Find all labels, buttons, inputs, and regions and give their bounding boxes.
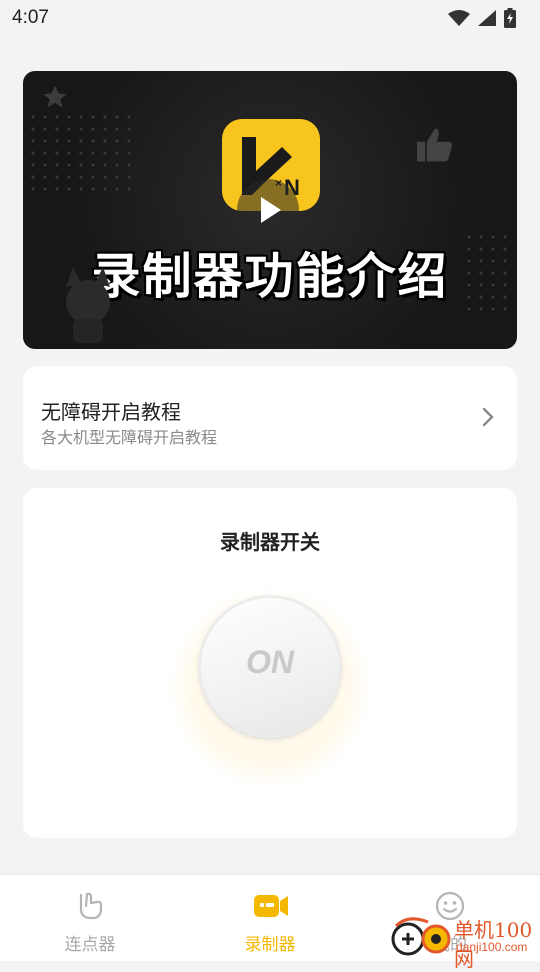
status-time: 4:07 (12, 7, 49, 28)
watermark: 单机100网 danji100.com (388, 912, 540, 971)
toggle-label: ON (246, 644, 294, 680)
cellular-signal-icon (478, 10, 496, 26)
decor-dots (27, 111, 137, 191)
status-icons (448, 8, 516, 28)
tutorial-subtitle: 各大机型无障碍开启教程 (41, 428, 218, 447)
thumbs-up-icon (417, 128, 452, 162)
wifi-icon (448, 10, 470, 26)
star-icon (43, 85, 67, 108)
status-bar: 4:07 (0, 0, 540, 36)
play-icon (261, 197, 281, 223)
recorder-toggle-button[interactable]: ON (199, 596, 341, 738)
tab-recorder[interactable]: 录制器 (180, 875, 360, 961)
chevron-right-icon (482, 407, 494, 427)
watermark-line2: danji100.com (456, 940, 528, 954)
switch-title: 录制器开关 (220, 530, 320, 554)
watermark-logo-icon (391, 917, 451, 956)
accessibility-tutorial-card[interactable]: 无障碍开启教程 各大机型无障碍开启教程 (23, 366, 517, 470)
battery-charging-icon (504, 8, 516, 28)
intro-video-card[interactable]: N × 录制器功能介绍 (23, 71, 517, 349)
video-camera-icon (254, 895, 288, 917)
mascot-illustration (66, 267, 110, 343)
tab-clicker[interactable]: 连点器 (0, 875, 180, 961)
play-button[interactable] (237, 179, 299, 241)
tab-label: 连点器 (64, 935, 116, 955)
tutorial-title: 无障碍开启教程 (41, 400, 181, 424)
hand-tap-icon (79, 892, 103, 920)
tab-label: 录制器 (244, 935, 296, 955)
recorder-switch-card: 录制器开关 ON (23, 488, 517, 838)
